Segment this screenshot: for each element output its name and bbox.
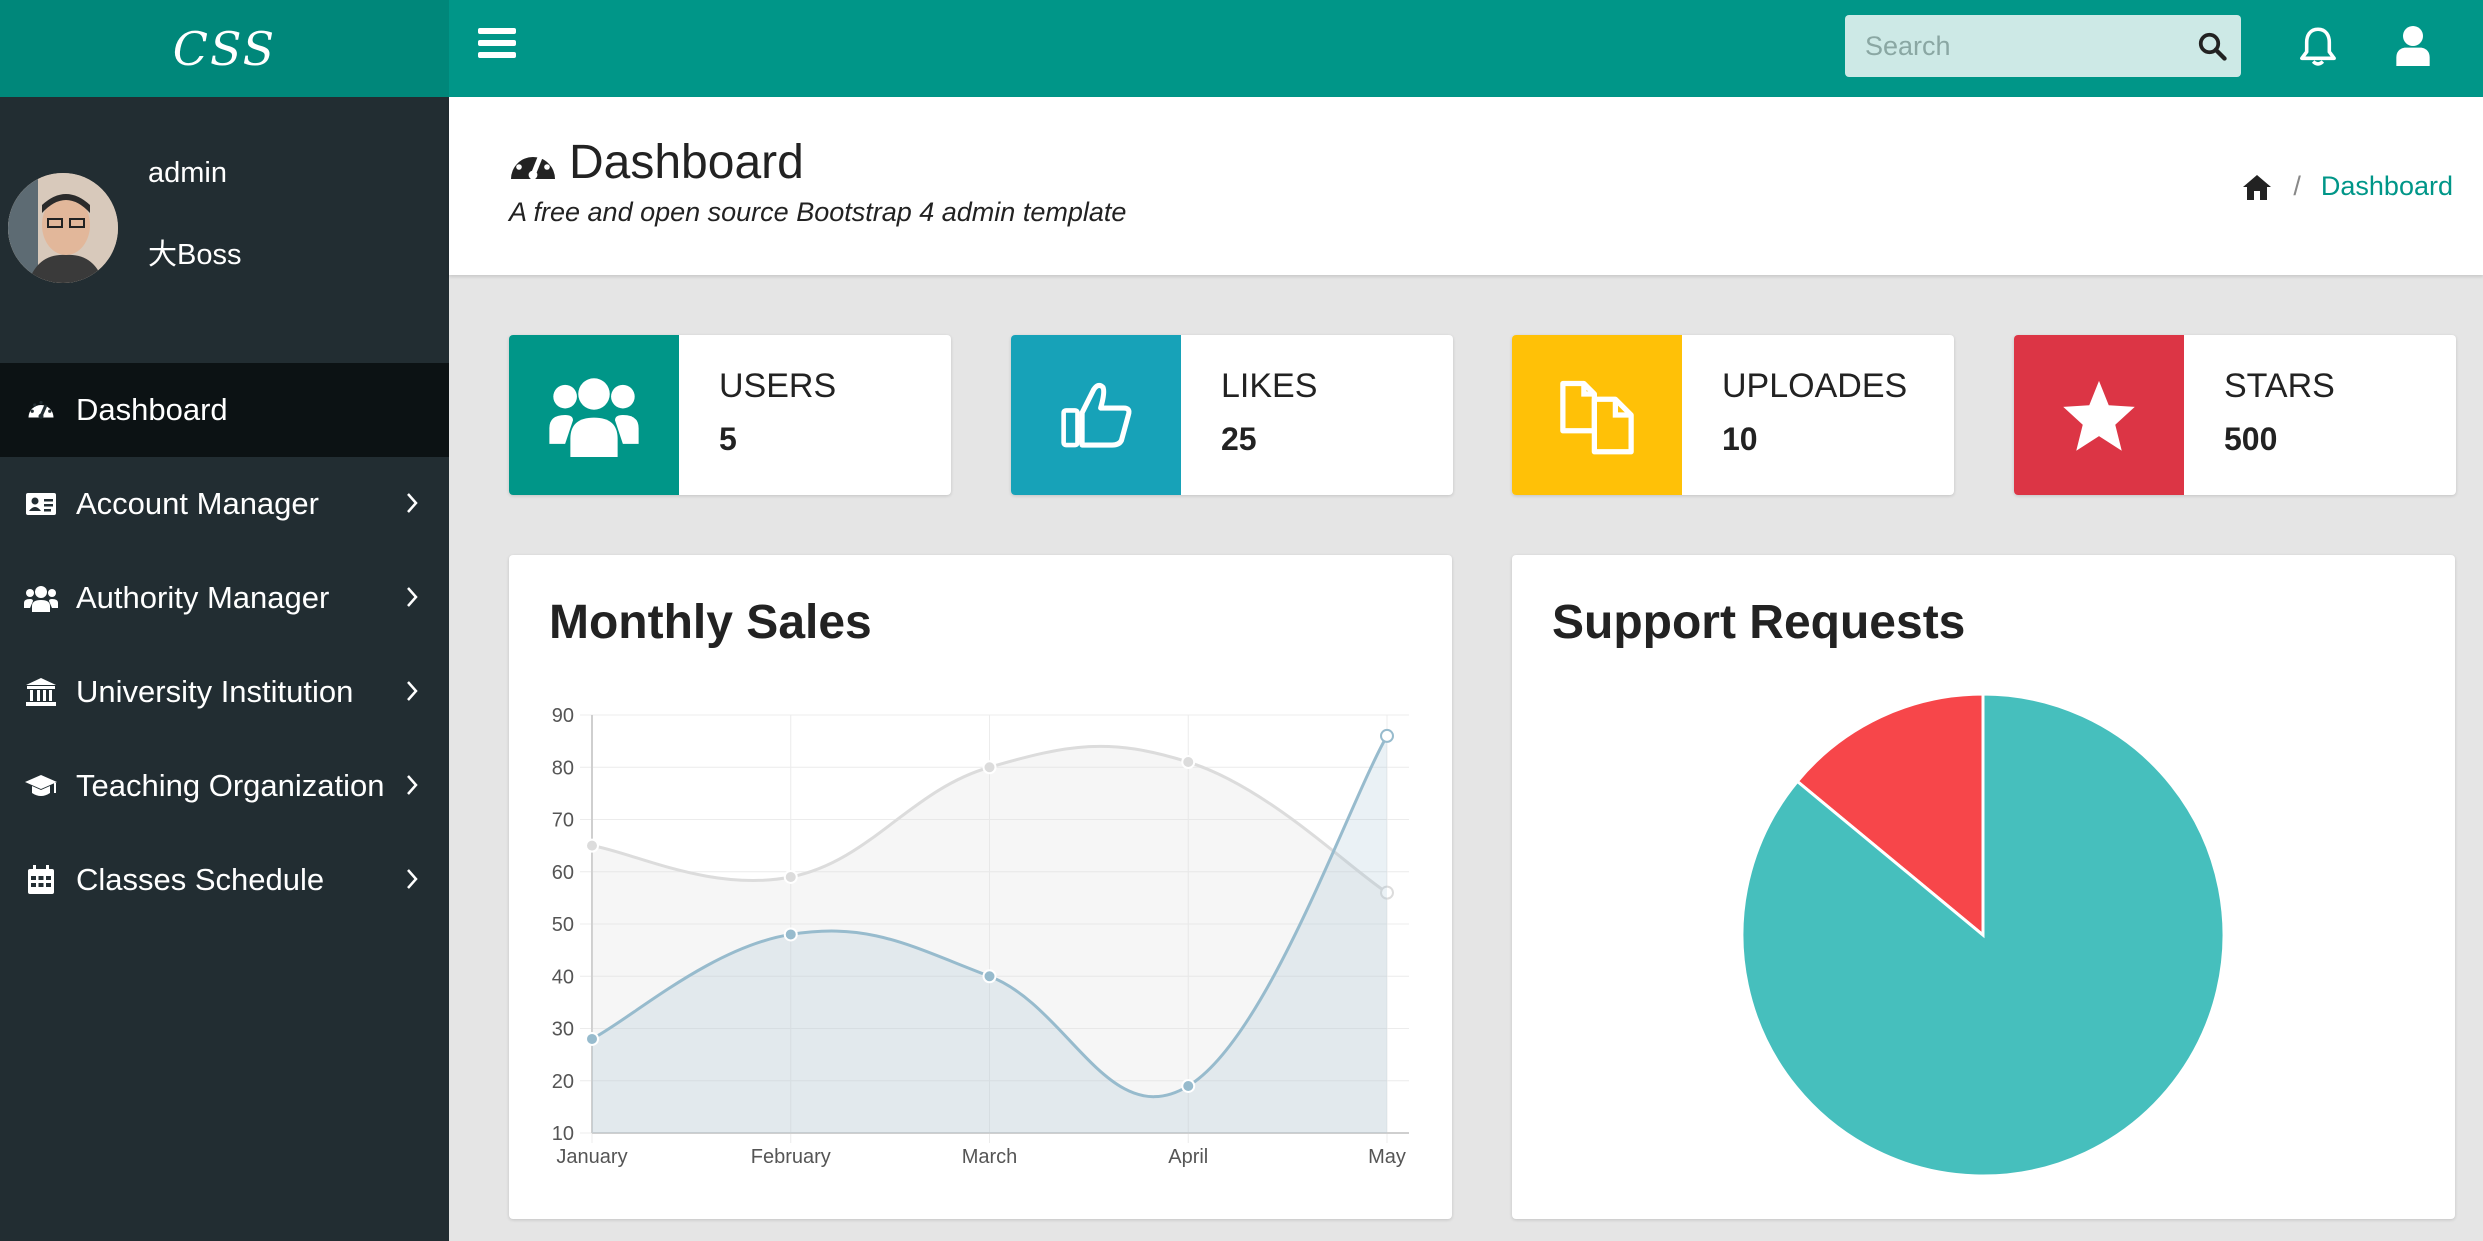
graduation-cap-icon — [24, 769, 58, 803]
bell-icon[interactable] — [2298, 26, 2338, 68]
user-role: 大Boss — [148, 239, 242, 271]
widget-label: USERS — [719, 367, 837, 405]
dashboard-icon — [24, 393, 58, 427]
data-point — [783, 869, 798, 884]
y-tick-label: 90 — [552, 705, 574, 727]
widget-value: 500 — [2224, 421, 2278, 457]
y-tick-label: 20 — [552, 1071, 574, 1093]
thumbs-up-icon — [1011, 335, 1181, 495]
sidebar-item-label: University Institution — [76, 674, 354, 709]
likes-widget: LIKES 25 — [1011, 335, 1453, 495]
sidebar-item-account-manager[interactable]: Account Manager — [0, 457, 449, 551]
chevron-right-icon — [407, 587, 418, 607]
stars-widget: STARS 500 — [2014, 335, 2456, 495]
user-name: admin — [148, 157, 227, 189]
search-box — [1845, 15, 2241, 77]
users-icon — [24, 581, 58, 615]
y-tick-label: 10 — [552, 1123, 574, 1145]
data-point — [1380, 728, 1394, 743]
sidebar-item-university-institution[interactable]: University Institution — [0, 645, 449, 739]
dashboard-icon — [511, 147, 555, 179]
avatar[interactable] — [8, 173, 118, 283]
data-point — [1181, 755, 1196, 770]
search-input[interactable] — [1845, 15, 2185, 77]
y-tick-label: 30 — [552, 1019, 574, 1041]
files-icon — [1512, 335, 1682, 495]
y-tick-label: 50 — [552, 914, 574, 936]
sidebar-item-label: Account Manager — [76, 486, 319, 521]
data-point — [1181, 1078, 1196, 1093]
monthly-sales-chart: 10 20 30 40 50 60 70 80 90 January February March Ap… — [552, 705, 1409, 1168]
sidebar-item-label: Dashboard — [76, 392, 228, 427]
brand-logo[interactable]: CSS — [0, 0, 449, 97]
user-icon[interactable] — [2396, 26, 2430, 66]
institution-icon — [24, 675, 58, 709]
breadcrumb-separator: / — [2293, 171, 2301, 201]
widget-value: 25 — [1221, 421, 1257, 457]
data-point — [585, 1031, 599, 1046]
sidebar-item-classes-schedule[interactable]: Classes Schedule — [0, 833, 449, 927]
widget-label: UPLOADES — [1722, 367, 1908, 405]
chevron-right-icon — [407, 775, 418, 795]
x-tick-label: May — [1368, 1146, 1406, 1168]
users-widget: USERS 5 — [509, 335, 951, 495]
top-navbar: CSS — [0, 0, 2483, 97]
breadcrumb: / Dashboard — [2241, 171, 2453, 202]
data-point — [585, 838, 599, 853]
home-icon[interactable] — [2241, 173, 2273, 201]
id-card-icon — [24, 487, 58, 521]
widget-label: LIKES — [1221, 367, 1318, 405]
data-point — [982, 969, 997, 984]
x-tick-label: February — [751, 1146, 831, 1168]
sidebar: admin 大Boss Dashboard Account Manager Au… — [0, 97, 449, 1241]
x-tick-label: April — [1168, 1146, 1208, 1168]
sidebar-item-dashboard[interactable]: Dashboard — [0, 363, 449, 457]
x-tick-label: January — [556, 1146, 627, 1168]
chevron-right-icon — [407, 681, 418, 701]
search-icon[interactable] — [2197, 31, 2227, 61]
data-point — [982, 760, 997, 775]
page-title-text: Dashboard — [569, 136, 804, 189]
data-point — [783, 927, 798, 942]
support-requests-card: Support Requests — [1512, 555, 2455, 1219]
chart-title: Support Requests — [1552, 596, 1966, 649]
sidebar-item-label: Authority Manager — [76, 580, 330, 615]
page-title: Dashboard — [509, 135, 804, 190]
sidebar-item-label: Classes Schedule — [76, 862, 325, 897]
hamburger-menu-icon[interactable] — [478, 28, 516, 62]
widget-value: 10 — [1722, 421, 1758, 457]
monthly-sales-card: Monthly Sales 10 20 30 40 50 60 70 80 90 January F… — [509, 555, 1452, 1219]
star-icon — [2014, 335, 2184, 495]
y-tick-label: 40 — [552, 966, 574, 988]
users-icon — [509, 335, 679, 495]
uploads-widget: UPLOADES 10 — [1512, 335, 1954, 495]
chevron-right-icon — [407, 869, 418, 889]
y-tick-label: 70 — [552, 810, 574, 832]
widget-value: 5 — [719, 421, 737, 457]
brand-logo-text: CSS — [172, 21, 277, 76]
calendar-icon — [24, 863, 58, 897]
breadcrumb-item-dashboard[interactable]: Dashboard — [2321, 171, 2453, 202]
chevron-right-icon — [407, 493, 418, 513]
widget-label: STARS — [2224, 367, 2335, 405]
sidebar-item-authority-manager[interactable]: Authority Manager — [0, 551, 449, 645]
content-header: Dashboard A free and open source Bootstr… — [449, 97, 2483, 275]
support-requests-chart — [1740, 692, 2226, 1178]
chart-title: Monthly Sales — [549, 596, 872, 649]
y-tick-label: 80 — [552, 757, 574, 779]
page-subtitle: A free and open source Bootstrap 4 admin… — [509, 197, 1127, 227]
sidebar-item-teaching-organization[interactable]: Teaching Organization — [0, 739, 449, 833]
sidebar-item-label: Teaching Organization — [76, 768, 385, 803]
x-tick-label: March — [962, 1146, 1018, 1168]
y-tick-label: 60 — [552, 862, 574, 884]
